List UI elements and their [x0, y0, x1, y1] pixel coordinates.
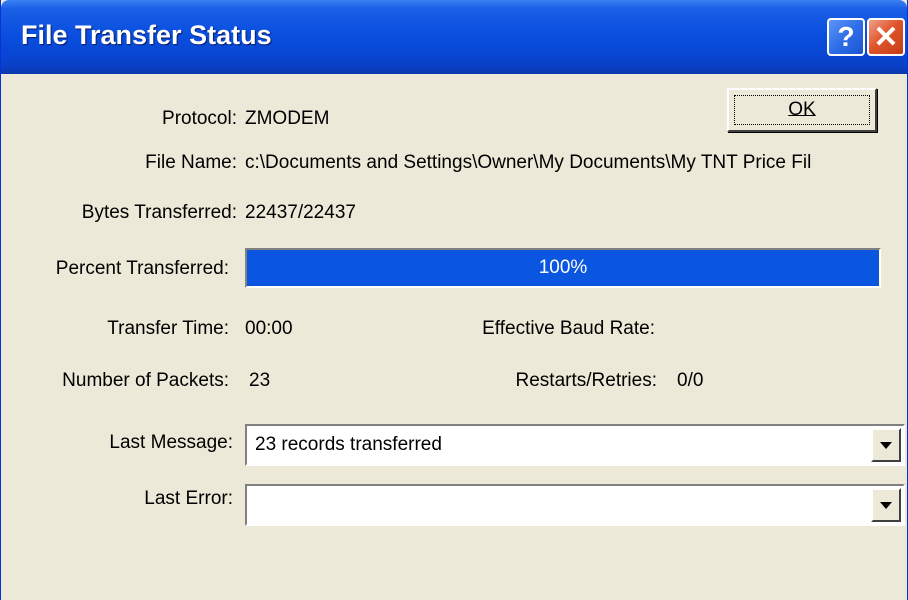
progress-percent-text: 100% [538, 257, 588, 278]
last-message-dropdown[interactable]: 23 records transferred [245, 424, 905, 466]
restarts-retries-value: 0/0 [677, 370, 704, 391]
last-error-label: Last Error: [144, 488, 233, 509]
bytes-transferred-value: 22437/22437 [245, 202, 356, 223]
progress-bar: 100% [245, 248, 881, 288]
file-transfer-status-dialog: File Transfer Status ? ✕ Protocol: ZMODE… [0, 0, 908, 600]
number-of-packets-value: 23 [249, 370, 271, 391]
bytes-transferred-label: Bytes Transferred: [81, 202, 237, 223]
chevron-down-icon [880, 501, 892, 509]
last-message-value: 23 records transferred [255, 434, 442, 455]
window-title: File Transfer Status [21, 20, 272, 50]
restarts-retries-label: Restarts/Retries: [515, 370, 657, 391]
protocol-value: ZMODEM [245, 108, 330, 129]
help-button[interactable]: ? [827, 18, 865, 56]
question-mark-icon: ? [837, 21, 855, 52]
effective-baud-rate-label: Effective Baud Rate: [482, 318, 655, 339]
close-icon: ✕ [873, 20, 899, 54]
ok-button[interactable]: OK [727, 88, 877, 132]
chevron-down-icon [880, 441, 892, 449]
focus-rectangle [734, 95, 870, 125]
title-bar[interactable]: File Transfer Status ? ✕ [1, 0, 907, 74]
dialog-content: Protocol: ZMODEM OK File Name: c:\Docume… [1, 74, 907, 600]
last-error-dropdown[interactable] [245, 484, 905, 526]
percent-transferred-label: Percent Transferred: [55, 258, 229, 279]
file-name-value: c:\Documents and Settings\Owner\My Docum… [245, 152, 812, 173]
protocol-label: Protocol: [162, 108, 237, 129]
transfer-time-value: 00:00 [245, 318, 293, 339]
close-button[interactable]: ✕ [867, 18, 905, 56]
last-message-dropdown-button[interactable] [871, 428, 901, 462]
last-error-dropdown-button[interactable] [871, 488, 901, 522]
last-message-label: Last Message: [109, 432, 233, 453]
number-of-packets-label: Number of Packets: [62, 370, 229, 391]
file-name-label: File Name: [145, 152, 237, 173]
transfer-time-label: Transfer Time: [107, 318, 229, 339]
